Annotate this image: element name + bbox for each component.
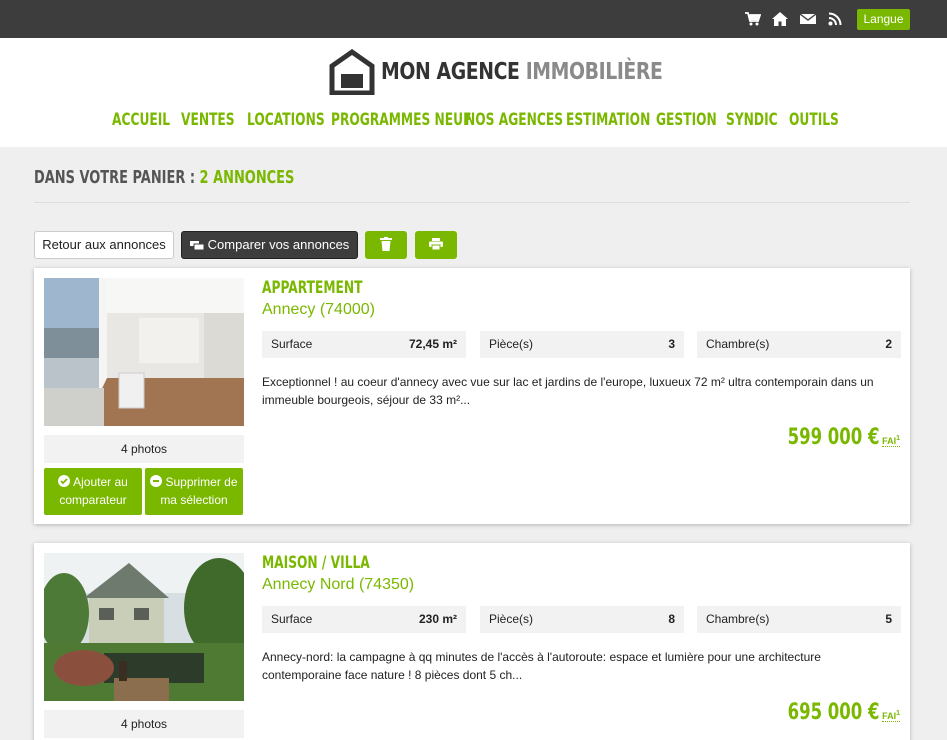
spec-rooms: Pièce(s) 8 bbox=[480, 606, 684, 633]
house-photo bbox=[44, 553, 244, 701]
spec-value: 72,45 m² bbox=[408, 337, 457, 351]
spec-rooms: Pièce(s) 3 bbox=[480, 331, 684, 358]
compare-label: Comparer vos annonces bbox=[207, 237, 350, 252]
spec-value: 8 bbox=[668, 612, 675, 626]
home-icon[interactable] bbox=[772, 12, 788, 26]
price-suffix[interactable]: FAI1 bbox=[882, 435, 900, 447]
nav-outils[interactable]: OUTILS bbox=[789, 108, 839, 132]
property-description: Annecy-nord: la campagne à qq minutes de… bbox=[262, 650, 821, 682]
site-logo[interactable]: MON AGENCE IMMOBILIÈRE bbox=[329, 49, 724, 95]
price-note: 1 bbox=[896, 710, 900, 717]
divider bbox=[34, 202, 910, 203]
logo-text-light: IMMOBILIÈRE bbox=[525, 59, 663, 85]
spec-bedrooms: Chambre(s) 5 bbox=[697, 606, 901, 633]
property-price: 599 000 € FAI1 bbox=[757, 425, 900, 455]
nav-programmes-neuf[interactable]: PROGRAMMES NEUF bbox=[331, 108, 471, 132]
logo-text-dark: MON AGENCE bbox=[381, 59, 520, 85]
price-suffix-label: FAI bbox=[882, 436, 897, 446]
page-title-count: 2 ANNONCES bbox=[199, 167, 295, 188]
remove-from-selection-label: Supprimer de ma sélection bbox=[160, 475, 238, 507]
delete-selection-button[interactable] bbox=[365, 231, 407, 259]
spec-label: Pièce(s) bbox=[489, 612, 534, 626]
rss-icon[interactable] bbox=[828, 12, 844, 26]
listing-photo[interactable] bbox=[44, 553, 244, 701]
photo-count[interactable]: 4 photos bbox=[44, 710, 244, 738]
mail-icon[interactable] bbox=[800, 12, 816, 26]
compare-icon bbox=[189, 241, 205, 251]
listing-photo[interactable] bbox=[44, 278, 244, 426]
listing-card: 4 photos MAISON / VILLA Annecy Nord (743… bbox=[34, 543, 910, 740]
price-amount: 695 000 € bbox=[787, 700, 880, 725]
page-title: DANS VOTRE PANIER : 2 ANNONCES bbox=[34, 166, 294, 190]
property-description: Exceptionnel ! au coeur d'annecy avec vu… bbox=[262, 375, 874, 407]
nav-estimation[interactable]: ESTIMATION bbox=[566, 108, 650, 132]
print-button[interactable] bbox=[415, 231, 457, 259]
listing-card: 4 photos Ajouter au comparateur Supprime… bbox=[34, 268, 910, 524]
spec-label: Pièce(s) bbox=[489, 337, 534, 351]
trash-icon bbox=[380, 237, 392, 251]
nav-accueil[interactable]: ACCUEIL bbox=[112, 108, 170, 132]
spec-bedrooms: Chambre(s) 2 bbox=[697, 331, 901, 358]
print-icon bbox=[429, 238, 443, 251]
cart-icon[interactable] bbox=[745, 12, 761, 26]
top-bar: Langue bbox=[0, 0, 947, 38]
price-suffix-label: FAI bbox=[882, 711, 897, 721]
check-icon bbox=[58, 475, 71, 487]
language-button[interactable]: Langue bbox=[857, 9, 910, 30]
property-city: Annecy Nord (74350) bbox=[262, 576, 415, 593]
spec-surface: Surface 230 m² bbox=[262, 606, 466, 633]
spec-value: 3 bbox=[668, 337, 675, 351]
main-nav: ACCUEIL VENTES LOCATIONS PROGRAMMES NEUF… bbox=[0, 108, 947, 132]
spec-value: 5 bbox=[885, 612, 892, 626]
spec-label: Chambre(s) bbox=[706, 612, 770, 626]
property-type[interactable]: MAISON / VILLA bbox=[262, 552, 370, 574]
house-logo-icon bbox=[329, 49, 375, 95]
page-title-prefix: DANS VOTRE PANIER : bbox=[34, 167, 196, 188]
add-to-comparator-button[interactable]: Ajouter au comparateur bbox=[44, 468, 142, 515]
property-type[interactable]: APPARTEMENT bbox=[262, 277, 362, 299]
spec-label: Surface bbox=[271, 612, 313, 626]
compare-listings-button[interactable]: Comparer vos annonces bbox=[181, 231, 358, 259]
nav-locations[interactable]: LOCATIONS bbox=[247, 108, 325, 132]
nav-gestion[interactable]: GESTION bbox=[656, 108, 717, 132]
spec-label: Chambre(s) bbox=[706, 337, 770, 351]
logo-text: MON AGENCE IMMOBILIÈRE bbox=[381, 59, 663, 85]
spec-value: 2 bbox=[885, 337, 892, 351]
price-note: 1 bbox=[896, 435, 900, 442]
spec-label: Surface bbox=[271, 337, 313, 351]
nav-nos-agences[interactable]: NOS AGENCES bbox=[465, 108, 563, 132]
back-to-listings-button[interactable]: Retour aux annonces bbox=[34, 231, 174, 259]
spec-value: 230 m² bbox=[418, 612, 457, 626]
nav-syndic[interactable]: SYNDIC bbox=[726, 108, 778, 132]
price-amount: 599 000 € bbox=[787, 425, 880, 450]
apartment-photo bbox=[44, 278, 244, 426]
nav-ventes[interactable]: VENTES bbox=[181, 108, 235, 132]
minus-icon bbox=[150, 475, 163, 487]
site-header: MON AGENCE IMMOBILIÈRE ACCUEIL VENTES LO… bbox=[0, 38, 947, 147]
remove-from-selection-button[interactable]: Supprimer de ma sélection bbox=[145, 468, 243, 515]
property-price: 695 000 € FAI1 bbox=[757, 700, 900, 730]
spec-surface: Surface 72,45 m² bbox=[262, 331, 466, 358]
property-city: Annecy (74000) bbox=[262, 301, 375, 318]
price-suffix[interactable]: FAI1 bbox=[882, 710, 900, 722]
photo-count[interactable]: 4 photos bbox=[44, 435, 244, 463]
